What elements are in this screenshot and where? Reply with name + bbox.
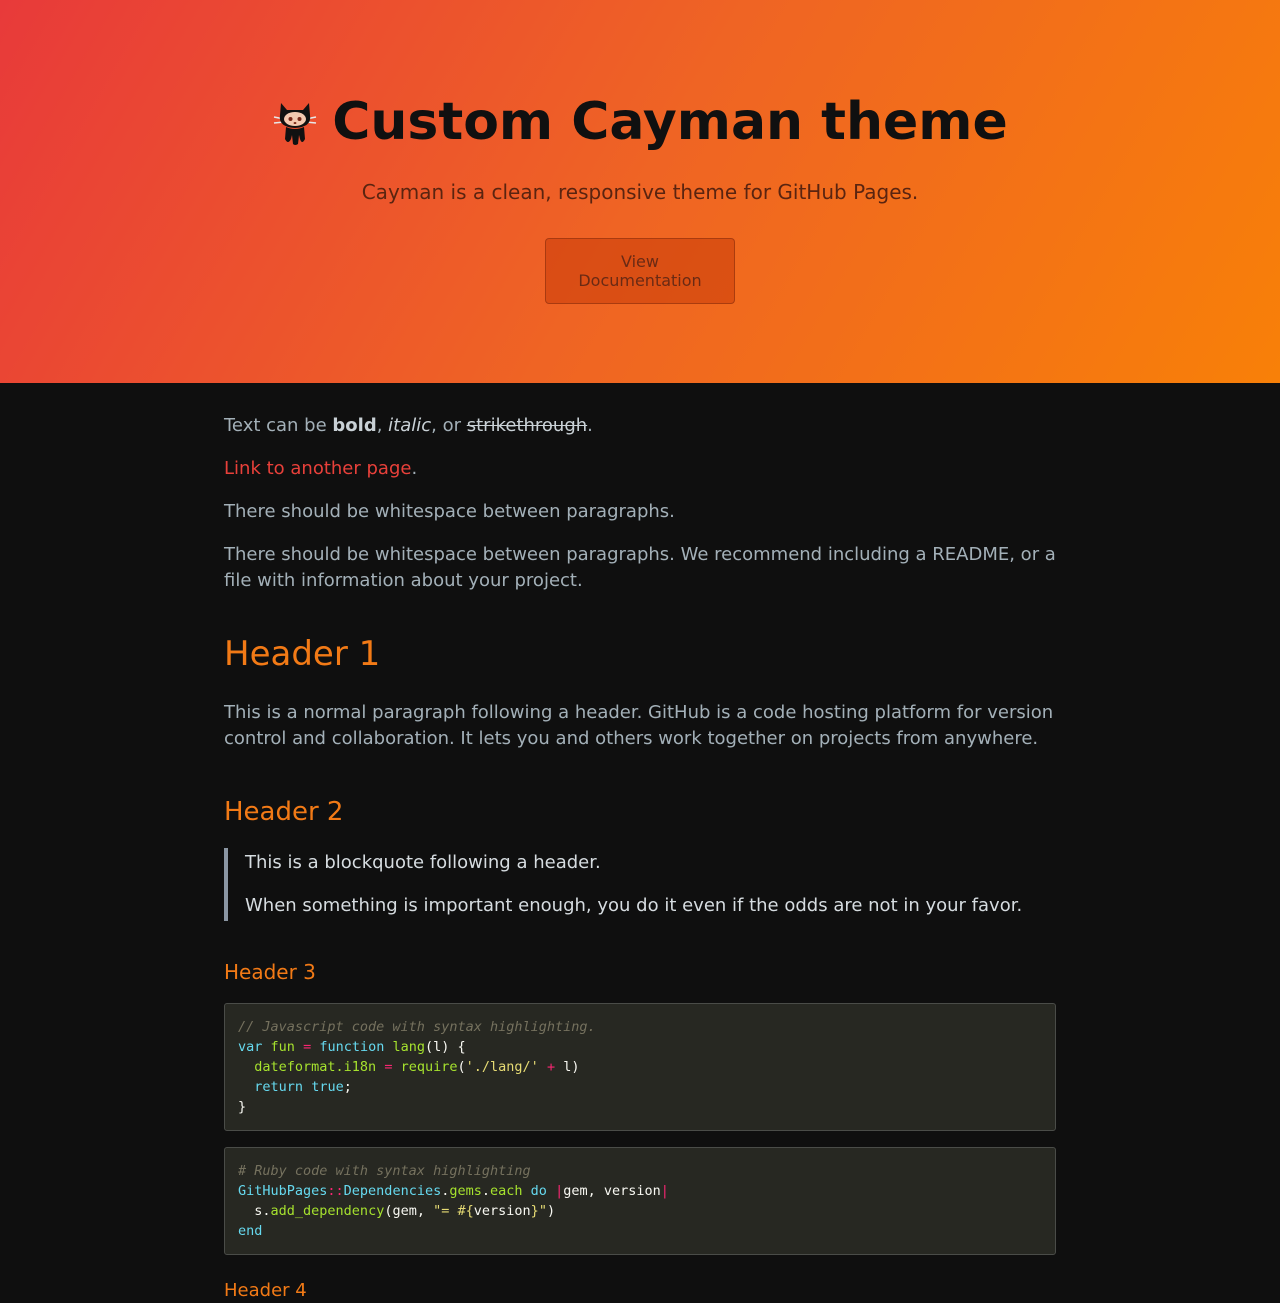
paragraph: There should be whitespace between parag… bbox=[224, 544, 1056, 591]
another-page-link[interactable]: Link to another page bbox=[224, 458, 411, 479]
blockquote-line: When something is important enough, you … bbox=[245, 895, 1023, 916]
strikethrough-text: strikethrough bbox=[466, 415, 588, 436]
code-token: | bbox=[555, 1183, 564, 1199]
code-token: s. bbox=[254, 1203, 271, 1219]
code-token: fun bbox=[270, 1039, 295, 1055]
code-token: each bbox=[490, 1183, 523, 1199]
text-segment: . bbox=[411, 458, 418, 479]
code-token: function bbox=[319, 1039, 385, 1055]
code-token: (gem, bbox=[384, 1203, 434, 1219]
text-segment: , or bbox=[431, 415, 467, 436]
code-token: true bbox=[311, 1079, 344, 1095]
paragraph: There should be whitespace between parag… bbox=[224, 501, 675, 522]
code-token: var bbox=[238, 1039, 263, 1055]
code-token: require bbox=[400, 1059, 458, 1075]
paragraph: This is a normal paragraph following a h… bbox=[224, 702, 1054, 749]
code-token: ( bbox=[457, 1059, 466, 1075]
code-token: (l) { bbox=[425, 1039, 466, 1055]
code-token: ) bbox=[546, 1203, 556, 1219]
code-token: end bbox=[238, 1223, 263, 1239]
project-title-text: Custom Cayman theme bbox=[332, 92, 1008, 152]
code-token: ; bbox=[343, 1079, 352, 1095]
blockquote-line: This is a blockquote following a header. bbox=[245, 852, 601, 873]
blockquote: This is a blockquote following a header.… bbox=[224, 848, 1056, 921]
code-token: dateformat.i18n bbox=[254, 1059, 377, 1075]
link-paragraph: Link to another page. bbox=[224, 456, 1056, 482]
code-token: = bbox=[384, 1059, 393, 1075]
project-title: Custom Cayman theme bbox=[0, 92, 1280, 152]
header-4: Header 4 bbox=[224, 1280, 307, 1301]
code-token: do bbox=[530, 1183, 547, 1199]
code-token: . bbox=[481, 1183, 491, 1199]
code-token: = bbox=[303, 1039, 312, 1055]
view-documentation-button[interactable]: View Documentation bbox=[545, 238, 735, 304]
header-3: Header 3 bbox=[224, 960, 316, 984]
octocat-icon bbox=[274, 103, 317, 145]
code-token: add_dependency bbox=[270, 1203, 385, 1219]
bold-text: bold bbox=[332, 415, 377, 436]
code-token: gems bbox=[449, 1183, 482, 1199]
code-token: + bbox=[546, 1059, 556, 1075]
code-token: } bbox=[530, 1203, 539, 1219]
code-token: | bbox=[660, 1183, 669, 1199]
text-segment: Text can be bbox=[224, 415, 333, 436]
code-comment: # Ruby code with syntax highlighting bbox=[238, 1163, 531, 1179]
page-header: Custom Cayman theme Cayman is a clean, r… bbox=[0, 0, 1280, 383]
code-token: Dependencies bbox=[343, 1183, 442, 1199]
code-token: version bbox=[473, 1203, 531, 1219]
text-segment: , bbox=[376, 415, 389, 436]
code-token: #{ bbox=[457, 1203, 474, 1219]
code-token: gem, version bbox=[563, 1183, 661, 1199]
formatting-paragraph: Text can be bold, italic, or strikethrou… bbox=[224, 413, 1056, 439]
project-tagline: Cayman is a clean, responsive theme for … bbox=[361, 180, 919, 204]
code-token: l) bbox=[563, 1059, 580, 1075]
code-comment: // Javascript code with syntax highlight… bbox=[238, 1019, 596, 1035]
code-token: lang bbox=[392, 1039, 426, 1055]
code-token: } bbox=[238, 1099, 247, 1115]
code-token: :: bbox=[327, 1183, 344, 1199]
header-2: Header 2 bbox=[224, 797, 344, 827]
header-1: Header 1 bbox=[224, 634, 381, 674]
code-token: " bbox=[538, 1203, 547, 1219]
ruby-code-block[interactable]: # Ruby code with syntax highlighting Git… bbox=[224, 1147, 1056, 1255]
italic-text: italic bbox=[388, 415, 432, 436]
code-token: './lang/' bbox=[465, 1059, 539, 1075]
code-token: return bbox=[254, 1079, 304, 1095]
text-segment: . bbox=[587, 415, 593, 436]
code-token: GitHubPages bbox=[238, 1183, 328, 1199]
javascript-code-block[interactable]: // Javascript code with syntax highlight… bbox=[224, 1003, 1056, 1131]
code-token: "= bbox=[433, 1203, 458, 1219]
main-content: Text can be bold, italic, or strikethrou… bbox=[224, 383, 1056, 1303]
